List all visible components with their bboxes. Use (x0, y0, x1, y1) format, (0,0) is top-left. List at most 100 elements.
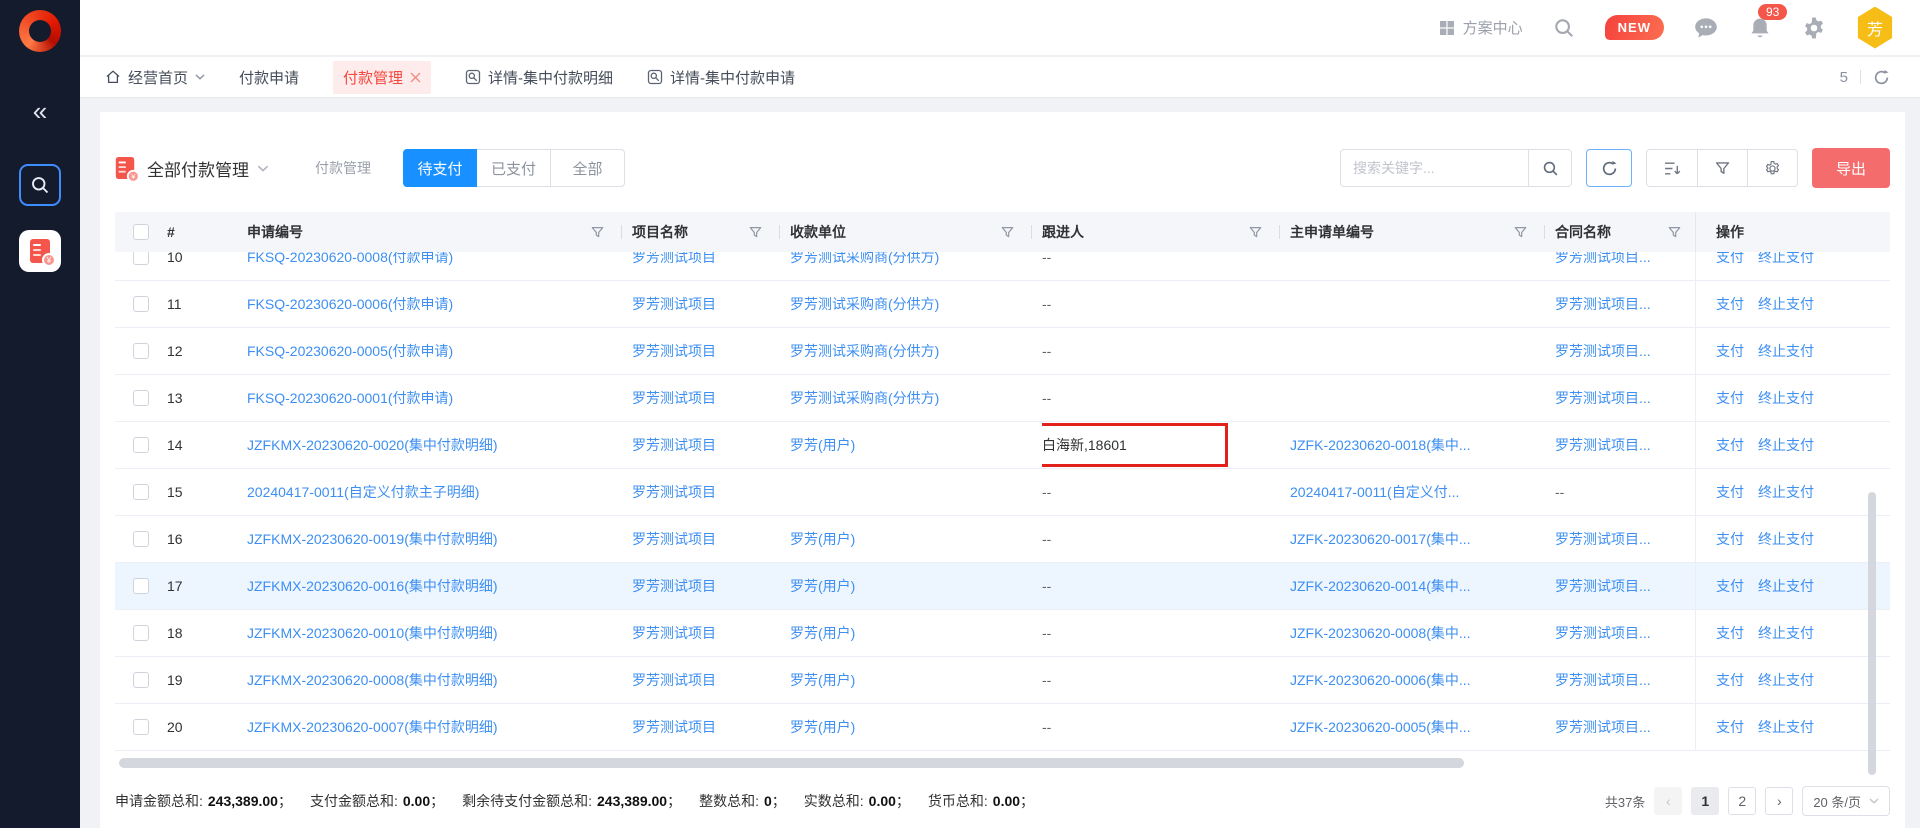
apply-no-link[interactable]: JZFKMX-20230620-0008(集中付款明细) (247, 670, 498, 690)
pay-action-link[interactable]: 支付 (1716, 670, 1744, 690)
payee-link[interactable]: 罗芳(用户) (790, 576, 855, 596)
main-apply-no-link[interactable]: JZFK-20230620-0005(集中... (1290, 717, 1471, 737)
table-row[interactable]: 16 JZFKMX-20230620-0019(集中付款明细) 罗芳测试项目 罗… (115, 516, 1890, 563)
page-2-button[interactable]: 2 (1728, 787, 1756, 815)
table-row[interactable]: 19 JZFKMX-20230620-0008(集中付款明细) 罗芳测试项目 罗… (115, 657, 1890, 704)
project-link[interactable]: 罗芳测试项目 (632, 529, 716, 549)
table-row[interactable]: 14 JZFKMX-20230620-0020(集中付款明细) 罗芳测试项目 罗… (115, 422, 1890, 469)
filter-funnel-icon[interactable] (1001, 226, 1014, 239)
contract-link[interactable]: 罗芳测试项目... (1555, 435, 1651, 455)
payee-link[interactable]: 罗芳测试采购商(分供方) (790, 252, 939, 267)
contract-link[interactable]: 罗芳测试项目... (1555, 341, 1651, 361)
filter-funnel-icon[interactable] (1249, 226, 1262, 239)
stop-pay-action-link[interactable]: 终止支付 (1758, 435, 1814, 455)
stop-pay-action-link[interactable]: 终止支付 (1758, 252, 1814, 267)
payee-link[interactable]: 罗芳(用户) (790, 717, 855, 737)
filter-funnel-icon[interactable] (591, 226, 604, 239)
contract-link[interactable]: 罗芳测试项目... (1555, 294, 1651, 314)
apply-no-link[interactable]: 20240417-0011(自定义付款主子明细) (247, 482, 479, 502)
table-row[interactable]: 10 FKSQ-20230620-0008(付款申请) 罗芳测试项目 罗芳测试采… (115, 252, 1890, 281)
row-checkbox[interactable] (133, 343, 149, 359)
project-link[interactable]: 罗芳测试项目 (632, 252, 716, 267)
apply-no-link[interactable]: FKSQ-20230620-0006(付款申请) (247, 294, 453, 314)
sidebar-collapse-button[interactable]: « (33, 98, 47, 124)
contract-link[interactable]: 罗芳测试项目... (1555, 576, 1651, 596)
pay-action-link[interactable]: 支付 (1716, 252, 1744, 267)
global-search-icon[interactable] (1553, 17, 1575, 39)
contract-link[interactable]: 罗芳测试项目... (1555, 717, 1651, 737)
payee-link[interactable]: 罗芳测试采购商(分供方) (790, 388, 939, 408)
table-row[interactable]: 17 JZFKMX-20230620-0016(集中付款明细) 罗芳测试项目 罗… (115, 563, 1890, 610)
stop-pay-action-link[interactable]: 终止支付 (1758, 670, 1814, 690)
apply-no-link[interactable]: FKSQ-20230620-0008(付款申请) (247, 252, 453, 267)
main-apply-no-link[interactable]: JZFK-20230620-0006(集中... (1290, 670, 1471, 690)
pay-action-link[interactable]: 支付 (1716, 717, 1744, 737)
table-row[interactable]: 11 FKSQ-20230620-0006(付款申请) 罗芳测试项目 罗芳测试采… (115, 281, 1890, 328)
refresh-tabs-icon[interactable] (1873, 69, 1890, 86)
contract-link[interactable]: 罗芳测试项目... (1555, 623, 1651, 643)
page-size-select[interactable]: 20 条/页 (1802, 786, 1890, 816)
user-avatar[interactable]: 芳 (1856, 7, 1894, 49)
project-link[interactable]: 罗芳测试项目 (632, 341, 716, 361)
stop-pay-action-link[interactable]: 终止支付 (1758, 623, 1814, 643)
row-checkbox[interactable] (133, 390, 149, 406)
filter-button[interactable] (1697, 150, 1747, 186)
row-checkbox[interactable] (133, 719, 149, 735)
contract-link[interactable]: 罗芳测试项目... (1555, 670, 1651, 690)
stop-pay-action-link[interactable]: 终止支付 (1758, 576, 1814, 596)
apply-no-link[interactable]: FKSQ-20230620-0001(付款申请) (247, 388, 453, 408)
payee-link[interactable]: 罗芳测试采购商(分供方) (790, 341, 939, 361)
messages-icon[interactable] (1694, 17, 1718, 39)
pay-action-link[interactable]: 支付 (1716, 435, 1744, 455)
pay-action-link[interactable]: 支付 (1716, 388, 1744, 408)
contract-link[interactable]: -- (1555, 484, 1564, 500)
search-button[interactable] (1528, 149, 1572, 187)
apply-no-link[interactable]: FKSQ-20230620-0005(付款申请) (247, 341, 453, 361)
tab-home[interactable]: 经营首页 (105, 67, 205, 88)
stop-pay-action-link[interactable]: 终止支付 (1758, 717, 1814, 737)
contract-link[interactable]: 罗芳测试项目... (1555, 252, 1651, 267)
vertical-scrollbar-thumb[interactable] (1868, 492, 1876, 775)
row-checkbox[interactable] (133, 578, 149, 594)
project-link[interactable]: 罗芳测试项目 (632, 294, 716, 314)
table-row[interactable]: 15 20240417-0011(自定义付款主子明细) 罗芳测试项目 -- 20… (115, 469, 1890, 516)
solution-center-link[interactable]: 方案中心 (1439, 17, 1523, 38)
apply-no-link[interactable]: JZFKMX-20230620-0019(集中付款明细) (247, 529, 498, 549)
project-link[interactable]: 罗芳测试项目 (632, 623, 716, 643)
apply-no-link[interactable]: JZFKMX-20230620-0020(集中付款明细) (247, 435, 498, 455)
main-apply-no-link[interactable]: JZFK-20230620-0008(集中... (1290, 623, 1471, 643)
payee-link[interactable]: 罗芳(用户) (790, 623, 855, 643)
stop-pay-action-link[interactable]: 终止支付 (1758, 529, 1814, 549)
apply-no-link[interactable]: JZFKMX-20230620-0016(集中付款明细) (247, 576, 498, 596)
pay-action-link[interactable]: 支付 (1716, 576, 1744, 596)
main-apply-no-link[interactable]: JZFK-20230620-0014(集中... (1290, 576, 1471, 596)
prev-page-button[interactable]: ‹ (1654, 787, 1682, 815)
project-link[interactable]: 罗芳测试项目 (632, 717, 716, 737)
stop-pay-action-link[interactable]: 终止支付 (1758, 341, 1814, 361)
contract-link[interactable]: 罗芳测试项目... (1555, 529, 1651, 549)
row-checkbox[interactable] (133, 437, 149, 453)
filter-tab-paid[interactable]: 已支付 (477, 149, 551, 187)
chevron-down-icon[interactable] (257, 165, 269, 172)
payee-link[interactable]: 罗芳测试采购商(分供方) (790, 294, 939, 314)
stop-pay-action-link[interactable]: 终止支付 (1758, 294, 1814, 314)
export-button[interactable]: 导出 (1812, 148, 1890, 188)
column-settings-button[interactable] (1747, 150, 1797, 186)
refresh-button[interactable] (1586, 149, 1632, 187)
row-checkbox[interactable] (133, 531, 149, 547)
pay-action-link[interactable]: 支付 (1716, 482, 1744, 502)
filter-funnel-icon[interactable] (1668, 226, 1681, 239)
apply-no-link[interactable]: JZFKMX-20230620-0007(集中付款明细) (247, 717, 498, 737)
tab-payment-manage[interactable]: 付款管理 (333, 61, 431, 94)
contract-link[interactable]: 罗芳测试项目... (1555, 388, 1651, 408)
sidebar-item-payment-module[interactable]: ¥ (19, 230, 61, 272)
view-title[interactable]: 全部付款管理 (147, 156, 249, 181)
row-checkbox[interactable] (133, 252, 149, 265)
table-row[interactable]: 12 FKSQ-20230620-0005(付款申请) 罗芳测试项目 罗芳测试采… (115, 328, 1890, 375)
pay-action-link[interactable]: 支付 (1716, 529, 1744, 549)
filter-funnel-icon[interactable] (1514, 226, 1527, 239)
horizontal-scrollbar-thumb[interactable] (119, 758, 1464, 768)
project-link[interactable]: 罗芳测试项目 (632, 435, 716, 455)
payee-link[interactable]: 罗芳(用户) (790, 670, 855, 690)
pay-action-link[interactable]: 支付 (1716, 623, 1744, 643)
